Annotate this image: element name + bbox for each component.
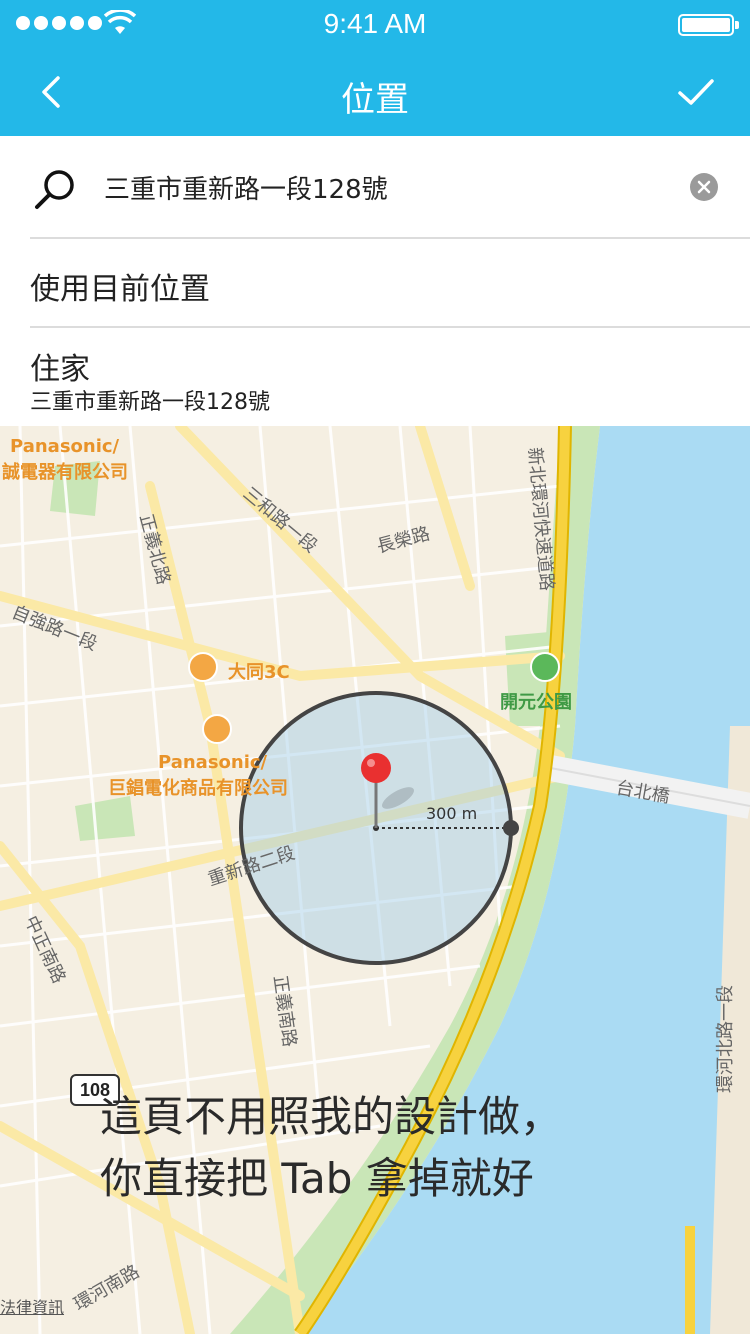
poi-label[interactable]: 誠電器有限公司: [2, 458, 128, 484]
poi-label[interactable]: Panasonic/: [158, 752, 267, 773]
clear-icon[interactable]: [690, 173, 718, 201]
search-icon: [35, 170, 74, 209]
shopping-bag-icon[interactable]: [188, 652, 218, 682]
road-label: 環河北路一段: [715, 985, 736, 1093]
home-address: 三重市重新路一段128號: [30, 390, 270, 415]
battery-icon: [678, 14, 739, 36]
poi-label[interactable]: 開元公園: [500, 688, 572, 714]
radius-label: 300 m: [426, 804, 478, 823]
search-input[interactable]: [104, 162, 664, 212]
designer-note: 這頁不用照我的設計做， 你直接把 Tab 拿掉就好: [100, 1086, 720, 1210]
use-current-location-option[interactable]: 使用目前位置: [0, 240, 750, 326]
divider: [30, 326, 750, 328]
park-tree-icon[interactable]: [530, 652, 560, 682]
poi-label[interactable]: Panasonic/: [10, 436, 119, 457]
designer-note-line: 你直接把 Tab 拿掉就好: [100, 1154, 534, 1203]
map-view[interactable]: Panasonic/ 誠電器有限公司 大同3C Panasonic/ 巨錩電化商…: [0, 426, 750, 1334]
current-location-label: 使用目前位置: [30, 272, 210, 307]
status-bar: 9:41 AM: [0, 0, 750, 48]
poi-label[interactable]: 巨錩電化商品有限公司: [108, 774, 288, 800]
navigation-bar: 位置: [0, 48, 750, 136]
divider: [30, 237, 750, 239]
designer-note-line: 這頁不用照我的設計做，: [100, 1092, 563, 1141]
home-label: 住家: [30, 352, 90, 387]
checkmark-icon[interactable]: [672, 68, 720, 116]
poi-label[interactable]: 大同3C: [228, 658, 290, 684]
search-bar: [0, 136, 750, 238]
page-title: 位置: [341, 80, 409, 120]
shopping-bag-icon[interactable]: [202, 714, 232, 744]
home-location-option[interactable]: 住家 三重市重新路一段128號: [0, 330, 750, 426]
legal-link[interactable]: 法律資訊: [0, 1294, 64, 1318]
status-time: 9:41 AM: [323, 8, 427, 39]
